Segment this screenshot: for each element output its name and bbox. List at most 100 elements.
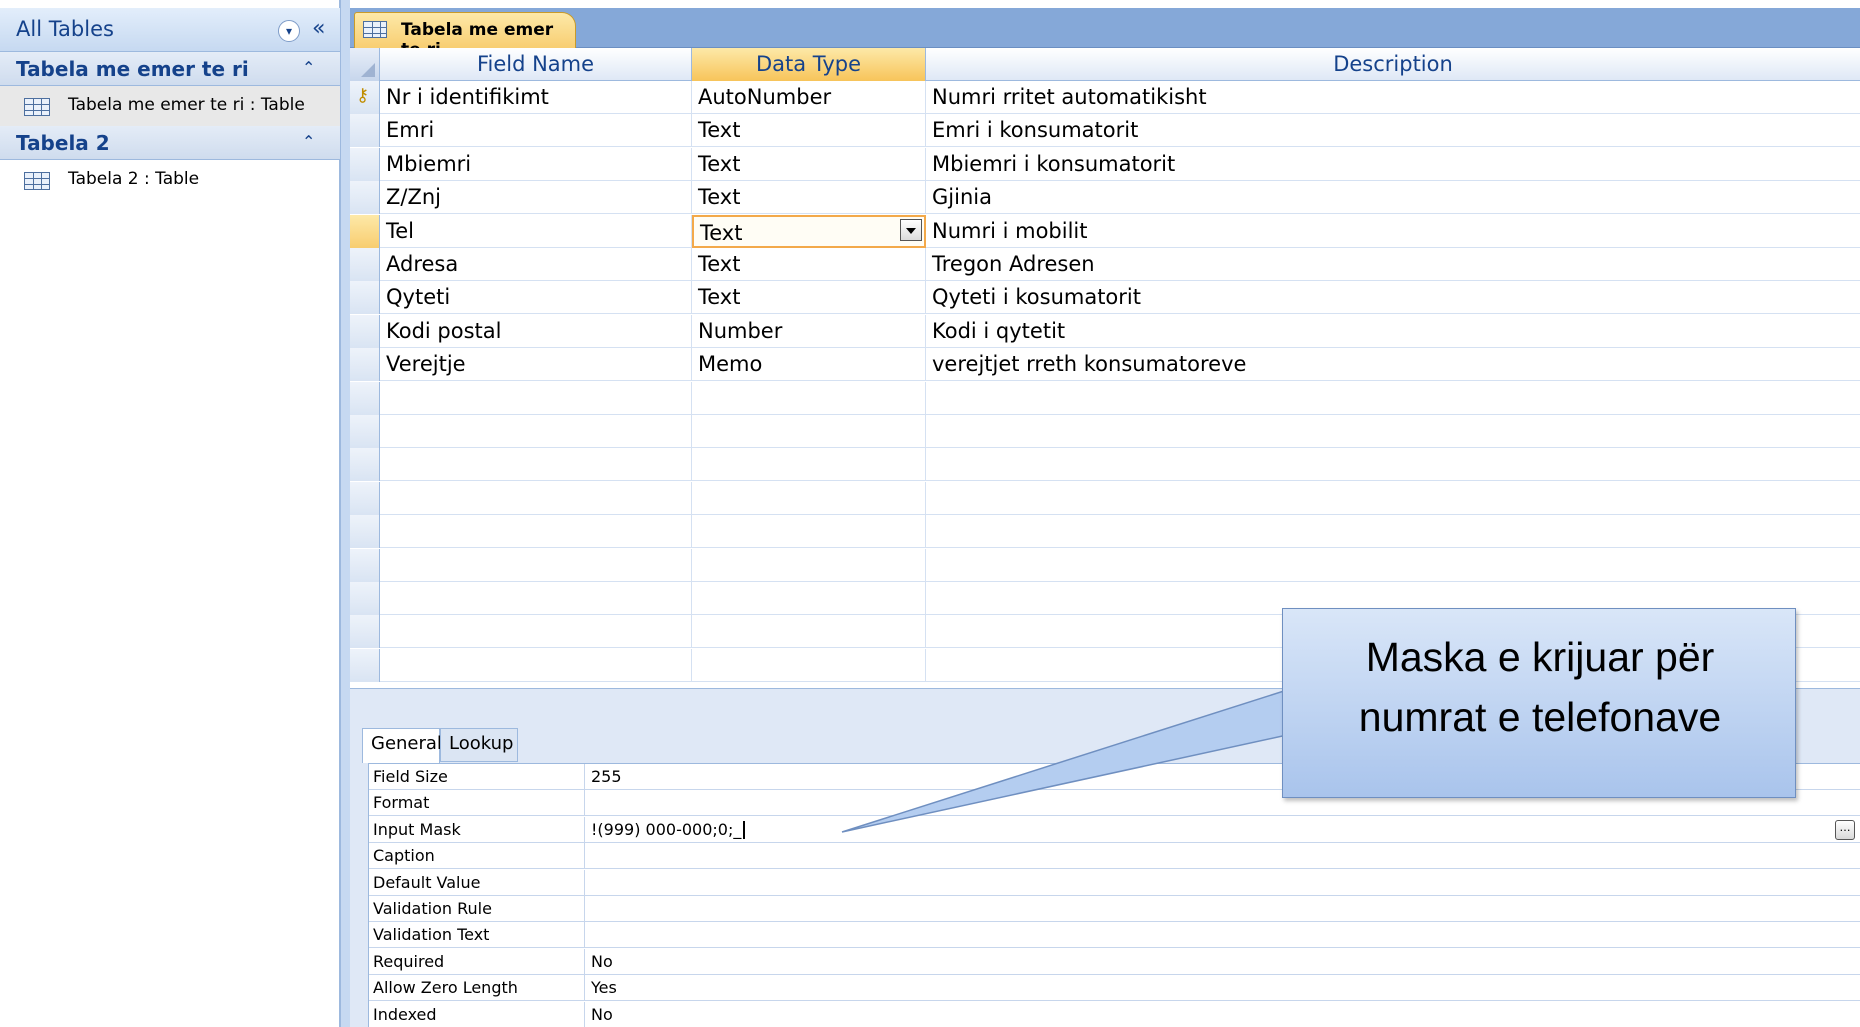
description-cell[interactable]: Mbiemri i konsumatorit — [926, 148, 1860, 181]
pane-splitter[interactable] — [340, 0, 350, 1027]
data-type-cell[interactable] — [692, 515, 926, 549]
data-type-cell[interactable]: Text — [692, 147, 926, 181]
field-name-cell[interactable] — [380, 615, 692, 649]
row-selector[interactable] — [350, 448, 380, 482]
field-row[interactable]: Kodi postal Number Kodi i qytetit — [350, 314, 1860, 348]
data-type-cell[interactable]: Number — [692, 314, 926, 348]
row-selector[interactable] — [350, 415, 380, 448]
property-value[interactable] — [587, 896, 1857, 922]
empty-field-row[interactable] — [350, 548, 1860, 582]
description-cell[interactable] — [926, 382, 1860, 415]
field-row[interactable]: ⚷ Nr i identifikimt AutoNumber Numri rritet… — [350, 81, 1860, 114]
data-type-cell[interactable]: Text — [692, 248, 926, 281]
description-cell[interactable]: Emri i konsumatorit — [926, 114, 1860, 147]
description-cell[interactable] — [926, 482, 1860, 515]
data-type-cell[interactable]: Text — [692, 214, 926, 248]
column-header-data-type[interactable]: Data Type — [692, 48, 926, 81]
collapse-group-icon[interactable]: ⌃ — [302, 58, 315, 77]
row-selector[interactable] — [350, 648, 380, 682]
field-name-cell[interactable]: Kodi postal — [380, 314, 692, 348]
field-name-cell[interactable]: Tel — [380, 214, 692, 248]
nav-group-tabela-2[interactable]: Tabela 2 ⌃ — [0, 126, 340, 160]
empty-field-row[interactable] — [350, 515, 1860, 549]
field-name-cell[interactable]: Emri — [380, 114, 692, 148]
input-mask-builder-button[interactable]: … — [1835, 819, 1855, 840]
data-type-cell[interactable] — [692, 381, 926, 415]
data-type-cell[interactable] — [692, 448, 926, 482]
select-all-corner[interactable] — [350, 48, 380, 81]
field-name-cell[interactable] — [380, 548, 692, 582]
field-name-cell[interactable]: Adresa — [380, 248, 692, 281]
property-row[interactable]: Allow Zero Length Yes — [369, 975, 1860, 1002]
row-selector[interactable] — [350, 615, 380, 649]
column-header-description[interactable]: Description — [926, 48, 1860, 81]
field-name-cell[interactable]: Qyteti — [380, 281, 692, 315]
nav-item-table[interactable]: Tabela me emer te ri : Table — [0, 86, 340, 126]
description-cell[interactable] — [926, 415, 1860, 448]
nav-menu-dropdown-icon[interactable]: ▾ — [278, 20, 300, 42]
field-row[interactable]: Qyteti Text Qyteti i kosumatorit — [350, 281, 1860, 315]
row-selector[interactable] — [350, 515, 380, 549]
row-selector[interactable] — [350, 214, 380, 248]
row-selector[interactable] — [350, 481, 380, 515]
property-value[interactable]: No — [587, 1002, 1857, 1027]
property-value[interactable] — [587, 843, 1857, 869]
empty-field-row[interactable] — [350, 415, 1860, 448]
field-name-cell[interactable] — [380, 481, 692, 515]
data-type-cell[interactable]: Text — [692, 181, 926, 215]
property-value[interactable]: No — [587, 949, 1857, 975]
description-cell[interactable]: Numri i mobilit — [926, 215, 1860, 248]
nav-item-table[interactable]: Tabela 2 : Table — [0, 160, 340, 200]
field-name-cell[interactable] — [380, 415, 692, 448]
property-value[interactable]: Yes — [587, 975, 1857, 1001]
property-row[interactable]: Indexed No — [369, 1001, 1860, 1027]
row-selector[interactable] — [350, 314, 380, 348]
row-selector[interactable] — [350, 582, 380, 615]
property-row[interactable]: Validation Text — [369, 922, 1860, 949]
field-row[interactable]: Mbiemri Text Mbiemri i konsumatorit — [350, 147, 1860, 181]
empty-field-row[interactable] — [350, 381, 1860, 415]
field-row[interactable]: Emri Text Emri i konsumatorit — [350, 114, 1860, 148]
column-header-field-name[interactable]: Field Name — [380, 48, 692, 81]
data-type-cell[interactable] — [692, 615, 926, 649]
description-cell[interactable]: Kodi i qytetit — [926, 315, 1860, 348]
description-cell[interactable]: Tregon Adresen — [926, 248, 1860, 281]
data-type-cell[interactable] — [692, 481, 926, 515]
property-value[interactable] — [587, 922, 1857, 948]
description-cell[interactable] — [926, 515, 1860, 548]
data-type-cell[interactable]: Text — [692, 114, 926, 148]
field-name-cell[interactable] — [380, 381, 692, 415]
field-name-cell[interactable] — [380, 582, 692, 615]
description-cell[interactable]: Numri rritet automatikisht — [926, 81, 1860, 114]
row-selector[interactable] — [350, 181, 380, 215]
field-name-cell[interactable]: Nr i identifikimt — [380, 81, 692, 114]
property-row[interactable]: Input Mask !(999) 000-000;0;_… — [369, 816, 1860, 843]
shutter-bar-collapse-icon[interactable]: « — [312, 16, 325, 41]
row-selector[interactable] — [350, 281, 380, 315]
row-selector[interactable] — [350, 248, 380, 281]
field-row[interactable]: Verejtje Memo verejtjet rreth konsumatorev… — [350, 348, 1860, 382]
field-row[interactable]: Tel Text Numri i mobilit — [350, 214, 1860, 248]
row-selector[interactable] — [350, 348, 380, 382]
field-name-cell[interactable] — [380, 648, 692, 682]
data-type-cell[interactable] — [692, 548, 926, 582]
tab-general[interactable]: General — [362, 728, 442, 763]
empty-field-row[interactable] — [350, 481, 1860, 515]
description-cell[interactable] — [926, 549, 1860, 582]
field-name-cell[interactable]: Z/Znj — [380, 181, 692, 215]
property-value[interactable]: !(999) 000-000;0;_ — [587, 817, 1857, 843]
field-name-cell[interactable]: Mbiemri — [380, 147, 692, 181]
data-type-cell[interactable] — [692, 648, 926, 682]
property-row[interactable]: Caption — [369, 843, 1860, 870]
document-tab[interactable]: Tabela me emer te ri — [354, 12, 576, 60]
field-name-cell[interactable] — [380, 448, 692, 482]
collapse-group-icon[interactable]: ⌃ — [302, 132, 315, 151]
data-type-cell[interactable] — [692, 582, 926, 615]
row-selector[interactable]: ⚷ — [350, 81, 380, 114]
description-cell[interactable] — [926, 448, 1860, 481]
data-type-cell[interactable]: Memo — [692, 348, 926, 382]
field-row[interactable]: Adresa Text Tregon Adresen — [350, 248, 1860, 281]
row-selector[interactable] — [350, 114, 380, 148]
nav-title[interactable]: All Tables — [16, 17, 114, 41]
data-type-dropdown-icon[interactable] — [900, 218, 922, 241]
